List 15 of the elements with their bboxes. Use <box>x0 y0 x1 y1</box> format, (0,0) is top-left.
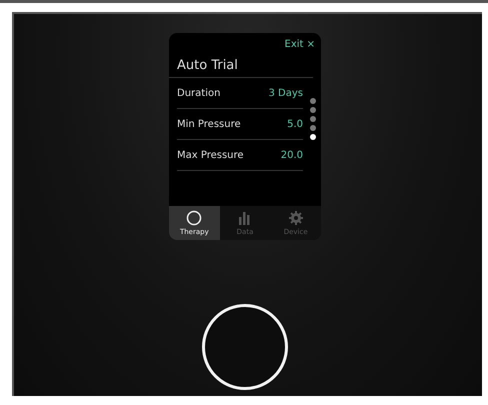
screen-title: Auto Trial <box>169 50 313 78</box>
setting-label: Min Pressure <box>177 118 241 130</box>
setting-value: 20.0 <box>280 150 303 160</box>
gear-icon <box>288 210 304 226</box>
page-dot[interactable] <box>310 134 316 140</box>
circle-icon <box>186 210 202 226</box>
page-dot[interactable] <box>310 125 316 131</box>
setting-label: Duration <box>177 88 220 98</box>
page-dot[interactable] <box>310 98 316 104</box>
exit-button[interactable]: Exit × <box>284 39 315 50</box>
setting-label: Max Pressure <box>177 150 244 160</box>
setting-value: 3 Days <box>268 88 303 98</box>
page-dot[interactable] <box>310 116 316 122</box>
setting-value: 5.0 <box>287 118 303 130</box>
page-dot[interactable] <box>310 107 316 113</box>
